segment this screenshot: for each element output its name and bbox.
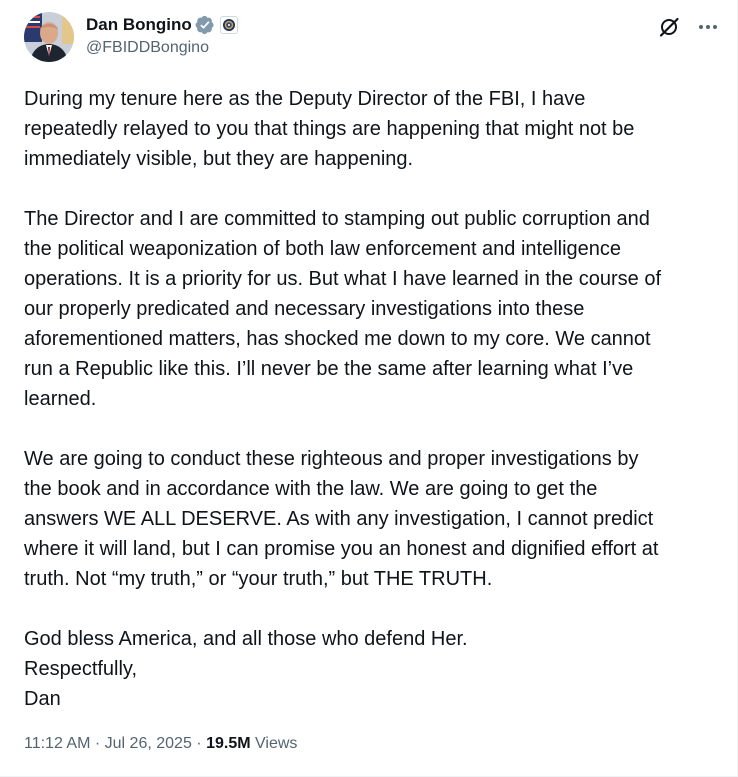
tweet-line: aforementioned matters, has shocked me d… bbox=[24, 328, 651, 350]
tweet-paragraph-2: The Director and I are committed to stam… bbox=[24, 204, 734, 414]
fbi-seal-affiliate-icon[interactable] bbox=[219, 16, 238, 34]
tweet-line: God bless America, and all those who def… bbox=[24, 628, 468, 650]
views-label: Views bbox=[255, 735, 298, 752]
tweet-line: Respectfully, bbox=[24, 658, 138, 680]
meta-separator: · bbox=[94, 735, 101, 752]
author-names: Dan Bongino @FBIDDBongino bbox=[86, 14, 238, 57]
tweet-line: learned. bbox=[24, 388, 97, 410]
tweet-line: immediately visible, but they are happen… bbox=[24, 148, 414, 170]
avatar-image bbox=[24, 12, 74, 62]
tweet-line: run a Republic like this. I’ll never be … bbox=[24, 358, 634, 380]
tweet-line: our properly predicated and necessary in… bbox=[24, 298, 585, 320]
meta-separator: · bbox=[196, 735, 202, 752]
tweet-line: During my tenure here as the Deputy Dire… bbox=[24, 88, 586, 110]
tweet-line: repeatedly relayed to you that things ar… bbox=[24, 118, 635, 140]
tweet-line: the book and in accordance with the law.… bbox=[24, 478, 598, 500]
tweet-paragraph-3: We are going to conduct these righteous … bbox=[24, 444, 734, 594]
views-count[interactable]: 19.5M bbox=[206, 735, 250, 752]
tweet-line: Dan bbox=[24, 688, 61, 710]
tweet-line: operations. It is a priority for us. But… bbox=[24, 268, 662, 290]
tweet-line: answers WE ALL DESERVE. As with any inve… bbox=[24, 508, 654, 530]
grok-icon[interactable] bbox=[658, 16, 680, 38]
tweet-date[interactable]: Jul 26, 2025 bbox=[105, 735, 192, 752]
verified-badge-icon[interactable] bbox=[195, 15, 215, 35]
tweet-paragraph-1: During my tenure here as the Deputy Dire… bbox=[24, 84, 734, 174]
tweet-line: the political weaponization of both law … bbox=[24, 238, 622, 260]
tweet-line: where it will land, but I can promise yo… bbox=[24, 538, 659, 560]
author-handle[interactable]: @FBIDDBongino bbox=[86, 39, 238, 57]
name-row: Dan Bongino bbox=[86, 14, 238, 36]
tweet-paragraph-4: God bless America, and all those who def… bbox=[24, 624, 734, 714]
tweet-header: Dan Bongino @FBIDDBongino bbox=[24, 12, 720, 64]
display-name[interactable]: Dan Bongino bbox=[86, 15, 192, 35]
avatar[interactable] bbox=[24, 12, 74, 62]
tweet-line: truth. Not “my truth,” or “your truth,” … bbox=[24, 568, 493, 590]
tweet-text: During my tenure here as the Deputy Dire… bbox=[24, 84, 734, 714]
more-options-icon[interactable] bbox=[696, 16, 720, 38]
tweet-line: The Director and I are committed to stam… bbox=[24, 208, 650, 230]
tweet-line: We are going to conduct these righteous … bbox=[24, 448, 639, 470]
tweet-time[interactable]: 11:12 AM bbox=[24, 735, 90, 752]
tweet-meta: 11:12 AM · Jul 26, 2025 · 19.5M Views bbox=[24, 735, 297, 753]
tweet-card: Dan Bongino @FBIDDBongino During my tenu… bbox=[0, 0, 738, 777]
